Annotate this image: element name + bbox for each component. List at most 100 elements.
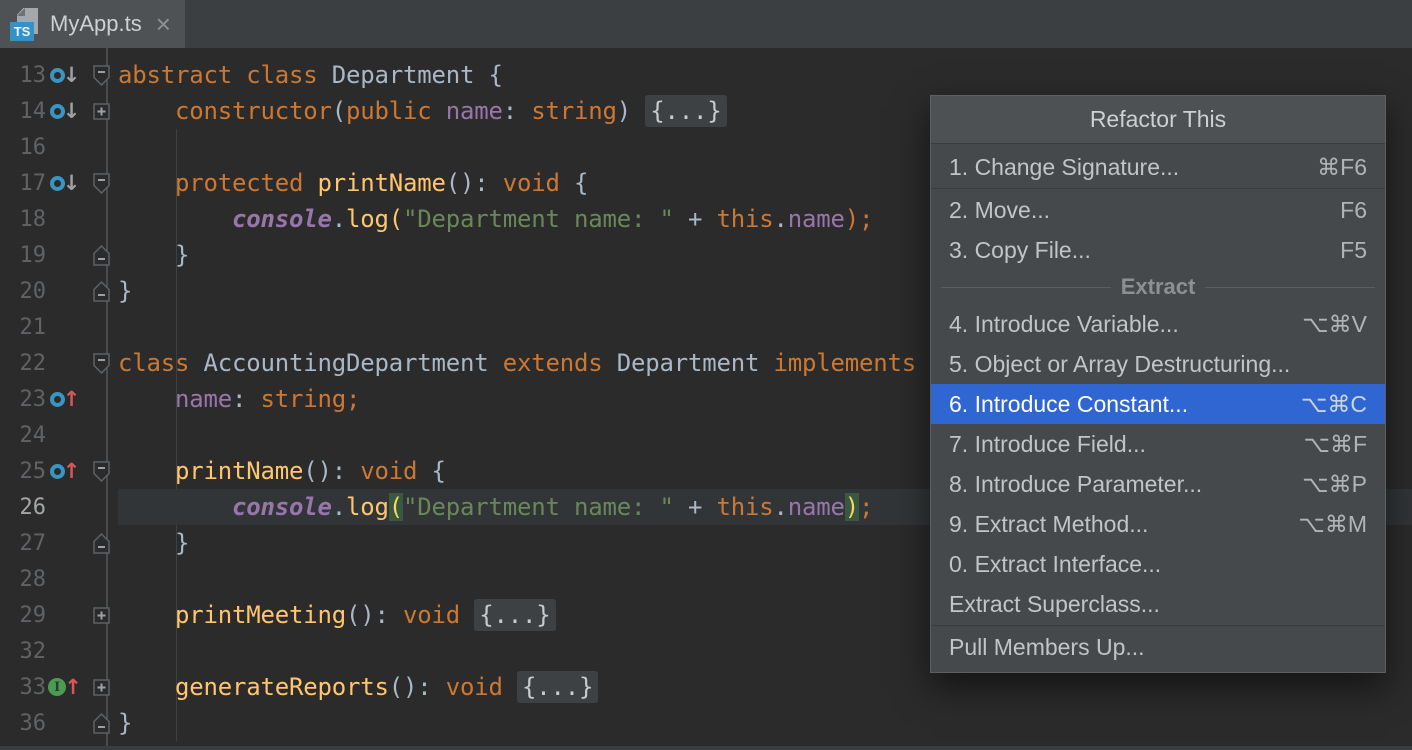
menu-item-shortcut: ⌥⌘V [1302, 311, 1367, 338]
code-text[interactable]: constructor(public name: string) {...} [118, 93, 727, 129]
line-number[interactable]: 21 [0, 315, 46, 340]
line-number[interactable]: 19 [0, 243, 46, 268]
menu-item-move[interactable]: 2. Move...F6 [931, 190, 1385, 230]
line-number[interactable]: 27 [0, 531, 46, 556]
typescript-file-icon: TS [10, 6, 40, 42]
fold-marker-slot [84, 281, 118, 302]
fold-marker-expanded-end[interactable] [93, 245, 110, 266]
line-number[interactable]: 23 [0, 387, 46, 412]
code-text[interactable]: console.log("Department name: " + this.n… [118, 489, 873, 525]
fold-marker-slot [84, 103, 118, 120]
fold-marker-collapsed[interactable] [93, 679, 110, 696]
line-number[interactable]: 36 [0, 711, 46, 736]
line-number[interactable]: 26 [0, 495, 46, 520]
menu-item-label: 4. Introduce Variable... [949, 311, 1284, 338]
code-line: 33I↑ generateReports(): void {...} [0, 669, 1412, 705]
menu-item-extract-interface[interactable]: 0. Extract Interface... [931, 544, 1385, 584]
fold-marker-expanded-start[interactable] [93, 65, 110, 86]
fold-marker-collapsed[interactable] [93, 103, 110, 120]
fold-marker-expanded-end[interactable] [93, 533, 110, 554]
code-text[interactable]: generateReports(): void {...} [118, 669, 598, 705]
menu-separator [931, 625, 1385, 626]
fold-marker-slot [84, 533, 118, 554]
implementing-method-icon[interactable]: I↑ [48, 677, 82, 698]
editor-tab-bar: TS MyApp.ts × [0, 0, 1412, 48]
code-text[interactable]: } [118, 525, 189, 561]
overriding-method-icon[interactable]: ↑ [50, 389, 81, 410]
overridden-method-icon[interactable]: ↓ [50, 65, 81, 86]
fold-marker-slot [84, 679, 118, 696]
gutter-icon-slot: ↓ [46, 101, 84, 122]
fold-marker-slot [84, 65, 118, 86]
fold-marker-collapsed[interactable] [93, 607, 110, 624]
menu-item-copy-file[interactable]: 3. Copy File... F5 [931, 230, 1385, 270]
menu-item-shortcut: F5 [1340, 237, 1367, 264]
menu-item-extract-method[interactable]: 9. Extract Method...⌥⌘M [931, 504, 1385, 544]
menu-item-introduce-field[interactable]: 7. Introduce Field...⌥⌘F [931, 424, 1385, 464]
menu-separator [931, 188, 1385, 189]
line-number[interactable]: 28 [0, 567, 46, 592]
menu-item-label: 3. Copy File... [949, 237, 1322, 264]
line-number[interactable]: 18 [0, 207, 46, 232]
line-number[interactable]: 22 [0, 351, 46, 376]
code-text[interactable]: name: string; [118, 381, 360, 417]
line-number[interactable]: 20 [0, 279, 46, 304]
code-text[interactable]: console.log("Department name: " + this.n… [118, 201, 873, 237]
gutter-icon-slot: I↑ [46, 677, 84, 698]
menu-item-object-or-array-destructuring[interactable]: 5. Object or Array Destructuring... [931, 344, 1385, 384]
menu-item-introduce-parameter[interactable]: 8. Introduce Parameter... ⌥⌘P [931, 464, 1385, 504]
menu-item-pull-members-up[interactable]: Pull Members Up... [931, 627, 1385, 667]
overridden-method-icon[interactable]: ↓ [50, 101, 81, 122]
line-number[interactable]: 25 [0, 459, 46, 484]
line-number[interactable]: 13 [0, 63, 46, 88]
code-line: 36} [0, 705, 1412, 741]
close-tab-icon[interactable]: × [156, 11, 171, 37]
fold-marker-expanded-start[interactable] [93, 353, 110, 374]
menu-item-label: 0. Extract Interface... [949, 551, 1367, 578]
menu-item-shortcut: ⌥⌘C [1301, 391, 1367, 418]
menu-item-change-signature[interactable]: 1. Change Signature...⌘F6 [931, 147, 1385, 187]
menu-item-extract-superclass[interactable]: Extract Superclass... [931, 584, 1385, 624]
menu-item-shortcut: ⌥⌘M [1298, 511, 1367, 538]
menu-item-shortcut: ⌥⌘F [1303, 431, 1367, 458]
line-number[interactable]: 32 [0, 639, 46, 664]
line-number[interactable]: 29 [0, 603, 46, 628]
line-number[interactable]: 17 [0, 171, 46, 196]
tab-label: MyApp.ts [50, 11, 142, 37]
tab-myapp-ts[interactable]: TS MyApp.ts × [0, 0, 185, 48]
menu-item-shortcut: ⌥⌘P [1302, 471, 1367, 498]
menu-item-label: Pull Members Up... [949, 634, 1367, 661]
code-text[interactable]: } [118, 273, 132, 309]
overridden-method-icon[interactable]: ↓ [50, 173, 81, 194]
editor-bottom-strip [0, 746, 1412, 750]
menu-item-shortcut: ⌘F6 [1317, 154, 1367, 181]
line-number[interactable]: 16 [0, 135, 46, 160]
fold-marker-slot [84, 607, 118, 624]
menu-item-label: 6. Introduce Constant... [949, 391, 1283, 418]
code-text[interactable]: printMeeting(): void {...} [118, 597, 556, 633]
menu-section-extract: Extract [931, 270, 1385, 304]
code-text[interactable]: printName(): void { [118, 453, 446, 489]
menu-item-label: 5. Object or Array Destructuring... [949, 351, 1367, 378]
menu-item-introduce-constant[interactable]: 6. Introduce Constant... ⌥⌘C [931, 384, 1385, 424]
overriding-method-icon[interactable]: ↑ [50, 461, 81, 482]
fold-marker-slot [84, 245, 118, 266]
code-text[interactable]: class AccountingDepartment extends Depar… [118, 345, 944, 381]
fold-marker-expanded-start[interactable] [93, 173, 110, 194]
line-number[interactable]: 24 [0, 423, 46, 448]
fold-marker-slot [84, 173, 118, 194]
fold-marker-slot [84, 461, 118, 482]
code-text[interactable]: } [118, 705, 132, 741]
popup-title: Refactor This [931, 96, 1385, 144]
line-number[interactable]: 33 [0, 675, 46, 700]
fold-marker-expanded-end[interactable] [93, 713, 110, 734]
fold-marker-expanded-end[interactable] [93, 281, 110, 302]
code-text[interactable]: } [118, 237, 189, 273]
menu-item-shortcut: F6 [1340, 197, 1367, 224]
code-text[interactable]: abstract class Department { [118, 57, 503, 93]
fold-marker-expanded-start[interactable] [93, 461, 110, 482]
menu-item-label: 8. Introduce Parameter... [949, 471, 1284, 498]
code-text[interactable]: protected printName(): void { [118, 165, 588, 201]
menu-item-introduce-variable[interactable]: 4. Introduce Variable... ⌥⌘V [931, 304, 1385, 344]
line-number[interactable]: 14 [0, 99, 46, 124]
